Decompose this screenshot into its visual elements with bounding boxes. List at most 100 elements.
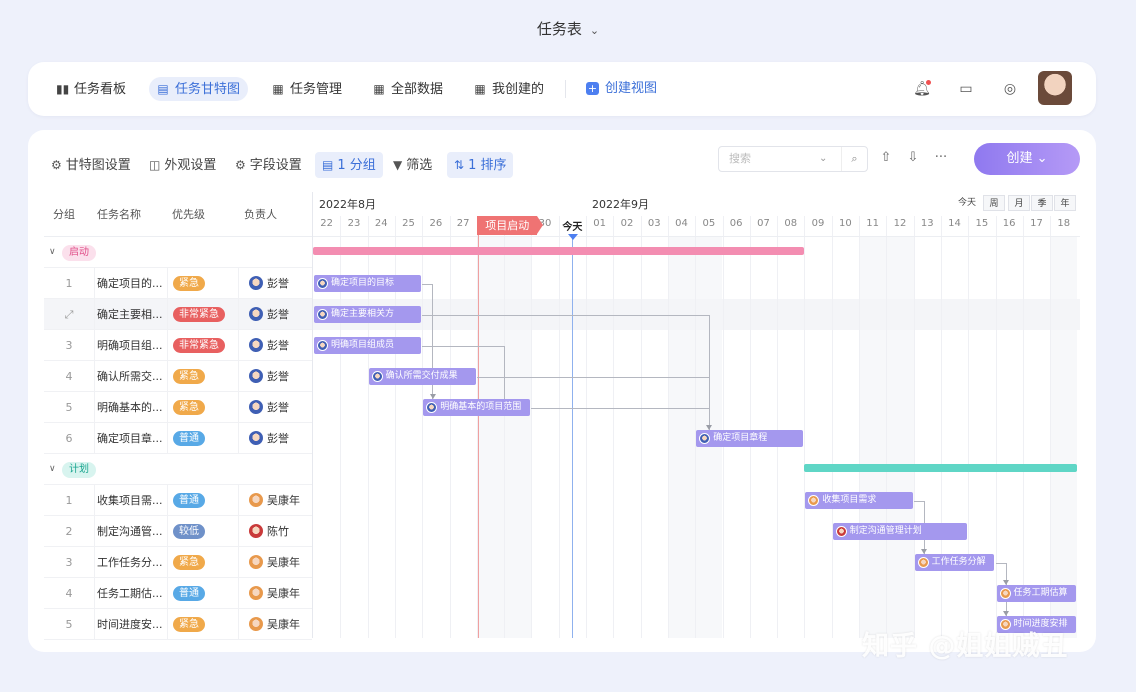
task-name[interactable]: 确定项目的... (97, 268, 165, 299)
briefcase-icon[interactable]: ▭ (956, 79, 976, 99)
chevron-down-icon[interactable]: ∨ (49, 454, 56, 485)
zoom-1-button[interactable]: 周 (983, 195, 1005, 211)
task-bar[interactable]: 确定项目章程 (696, 430, 804, 447)
table-row[interactable]: 1 收集项目需... 普通 吴康年 (44, 485, 312, 516)
search-icon[interactable]: ⌕ (841, 147, 867, 171)
zoom-4-button[interactable]: 年 (1054, 195, 1076, 211)
divider (238, 609, 239, 640)
task-bar[interactable]: 任务工期估算 (996, 585, 1077, 602)
create-button[interactable]: 创建 ⌄ (974, 143, 1080, 175)
tab-view-4[interactable]: ▦ 我创建的 (466, 77, 552, 101)
task-name[interactable]: 任务工期估... (97, 578, 165, 609)
owner-cell[interactable]: 彭誉 (249, 330, 289, 361)
tab-view-5[interactable]: + 创建视图 (578, 77, 665, 101)
chevron-down-icon[interactable]: ∨ (49, 237, 56, 268)
task-bar[interactable]: 收集项目需求 (805, 492, 913, 509)
group-header[interactable]: ∨ 计划 (44, 454, 312, 485)
zoom-2-button[interactable]: 月 (1008, 195, 1030, 211)
task-name[interactable]: 收集项目需... (97, 485, 165, 516)
bell-icon[interactable]: 🔔︎ (912, 79, 932, 99)
summary-bar[interactable] (313, 247, 805, 255)
toolbar-button-2[interactable]: ⚙ 字段设置 (228, 152, 309, 178)
tab-view-0[interactable]: ▮▮ 任务看板 (48, 77, 134, 101)
expand-icon[interactable]: ⤢ (44, 299, 94, 330)
table-row[interactable]: 5 明确基本的... 紧急 彭誉 (44, 392, 312, 423)
col-header-priority[interactable]: 优先级 (172, 192, 205, 237)
table-row[interactable]: 5 时间进度安... 紧急 吴康年 (44, 609, 312, 640)
owner-cell[interactable]: 彭誉 (249, 299, 289, 330)
priority-cell[interactable]: 普通 (173, 423, 205, 454)
tab-view-1[interactable]: ▤ 任务甘特图 (149, 77, 249, 101)
owner-cell[interactable]: 吴康年 (249, 609, 300, 640)
priority-cell[interactable]: 紧急 (173, 547, 205, 578)
owner-cell[interactable]: 彭誉 (249, 392, 289, 423)
task-name[interactable]: 明确项目组... (97, 330, 165, 361)
task-name[interactable]: 明确基本的... (97, 392, 165, 423)
priority-cell[interactable]: 较低 (173, 516, 205, 547)
toolbar-button-3[interactable]: ▤ 1 分组 (315, 152, 383, 178)
toolbar-button-4[interactable]: ▼ 筛选 (386, 152, 439, 178)
task-name[interactable]: 确认所需交... (97, 361, 165, 392)
table-row[interactable]: ⤢ 确定主要相... 非常紧急 彭誉 (44, 299, 312, 330)
task-bar[interactable]: 工作任务分解 (914, 554, 995, 571)
col-header-name[interactable]: 任务名称 (97, 192, 141, 237)
summary-bar[interactable] (804, 464, 1078, 472)
priority-cell[interactable]: 紧急 (173, 609, 205, 640)
owner-cell[interactable]: 吴康年 (249, 547, 300, 578)
owner-cell[interactable]: 彭誉 (249, 423, 289, 454)
toolbar-button-1[interactable]: ◫ 外观设置 (142, 152, 223, 178)
search-input[interactable]: 搜索 ⌄ ⌕ (718, 146, 868, 172)
priority-cell[interactable]: 普通 (173, 578, 205, 609)
more-icon[interactable]: ··· (932, 150, 950, 165)
priority-cell[interactable]: 非常紧急 (173, 330, 225, 361)
col-header-owner[interactable]: 负责人 (244, 192, 277, 237)
table-row[interactable]: 4 任务工期估... 普通 吴康年 (44, 578, 312, 609)
owner-cell[interactable]: 吴康年 (249, 485, 300, 516)
table-row[interactable]: 3 明确项目组... 非常紧急 彭誉 (44, 330, 312, 361)
table-row[interactable]: 6 确定项目章... 普通 彭誉 (44, 423, 312, 454)
tab-view-2[interactable]: ▦ 任务管理 (264, 77, 350, 101)
group-header[interactable]: ∨ 启动 (44, 237, 312, 268)
compass-icon[interactable]: ◎ (1000, 79, 1020, 99)
priority-cell[interactable]: 紧急 (173, 392, 205, 423)
task-name[interactable]: 确定项目章... (97, 423, 165, 454)
milestone-flag[interactable]: 项目启动 (477, 216, 544, 235)
table-row[interactable]: 1 确定项目的... 紧急 彭誉 (44, 268, 312, 299)
priority-cell[interactable]: 普通 (173, 485, 205, 516)
tab-view-3[interactable]: ▦ 全部数据 (365, 77, 451, 101)
weekend-column (504, 236, 532, 638)
col-header-group[interactable]: 分组 (53, 192, 75, 237)
task-bar[interactable]: 确认所需交付成果 (368, 368, 476, 385)
zoom-0-button[interactable]: 今天 (953, 195, 981, 211)
avatar (317, 340, 328, 351)
task-bar[interactable]: 确定项目的目标 (314, 275, 422, 292)
owner-cell[interactable]: 彭誉 (249, 268, 289, 299)
owner-cell[interactable]: 陈竹 (249, 516, 289, 547)
table-row[interactable]: 3 工作任务分... 紧急 吴康年 (44, 547, 312, 578)
priority-cell[interactable]: 非常紧急 (173, 299, 225, 330)
task-bar[interactable]: 确定主要相关方 (314, 306, 422, 323)
user-avatar[interactable] (1038, 71, 1072, 105)
task-name[interactable]: 工作任务分... (97, 547, 165, 578)
avatar (249, 431, 263, 445)
task-bar[interactable]: 明确项目组成员 (314, 337, 422, 354)
zoom-3-button[interactable]: 季 (1031, 195, 1053, 211)
download-icon[interactable]: ⇩ (904, 150, 922, 165)
task-bar[interactable]: 制定沟通管理计划 (832, 523, 968, 540)
owner-cell[interactable]: 吴康年 (249, 578, 300, 609)
task-bar[interactable]: 明确基本的项目范围 (423, 399, 531, 416)
toolbar-button-0[interactable]: ⚙ 甘特图设置 (44, 152, 138, 178)
task-name[interactable]: 时间进度安... (97, 609, 165, 640)
day-label: 11 (866, 218, 880, 229)
avatar (249, 617, 263, 631)
task-name[interactable]: 制定沟通管... (97, 516, 165, 547)
priority-cell[interactable]: 紧急 (173, 361, 205, 392)
page-title[interactable]: 任务表 ⌄ (0, 18, 1136, 39)
toolbar-button-5[interactable]: ⇅ 1 排序 (447, 152, 514, 178)
task-name[interactable]: 确定主要相... (97, 299, 165, 330)
owner-cell[interactable]: 彭誉 (249, 361, 289, 392)
upload-icon[interactable]: ⇧ (877, 150, 895, 165)
table-row[interactable]: 4 确认所需交... 紧急 彭誉 (44, 361, 312, 392)
table-row[interactable]: 2 制定沟通管... 较低 陈竹 (44, 516, 312, 547)
priority-cell[interactable]: 紧急 (173, 268, 205, 299)
